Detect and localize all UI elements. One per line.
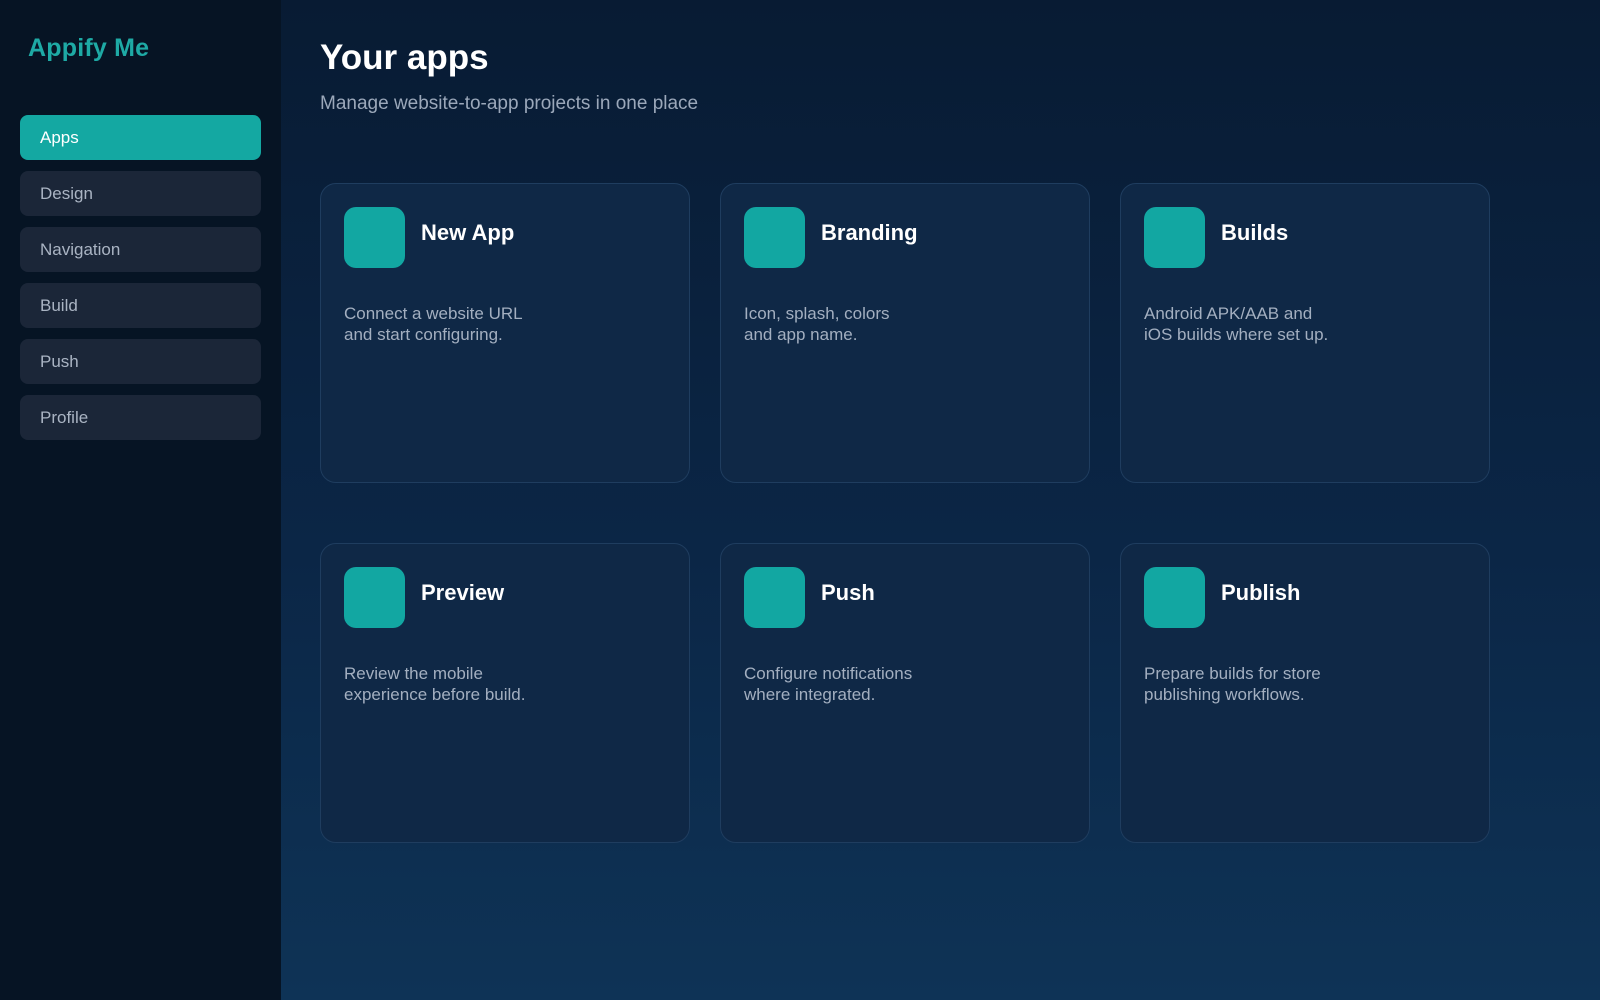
sidebar-item-push[interactable]: Push [20,339,261,384]
app-tile-icon [344,207,405,268]
card-header: Push [744,567,1066,628]
sidebar-item-label: Navigation [40,239,121,259]
card-header: Builds [1144,207,1466,268]
card-title: New App [421,220,515,245]
app-tile-icon [344,567,405,628]
card-title: Push [821,580,875,605]
card-preview[interactable]: Preview Review the mobile experience bef… [320,543,690,843]
card-description: Configure notifications where integrated… [744,664,913,704]
app-tile-icon [744,567,805,628]
brand-logo[interactable]: Appify Me [28,34,281,63]
sidebar-item-profile[interactable]: Profile [20,395,261,440]
card-header: New App [344,207,666,268]
app-tile-icon [1144,567,1205,628]
card-title: Builds [1221,220,1289,245]
card-description: Android APK/AAB and iOS builds where set… [1144,304,1329,344]
card-header: Branding [744,207,1066,268]
sidebar-item-label: Push [40,351,79,371]
card-header: Preview [344,567,666,628]
apps-grid: New App Connect a website URL and start … [320,183,1600,843]
sidebar-item-label: Profile [40,407,89,427]
card-publish[interactable]: Publish Prepare builds for store publish… [1120,543,1490,843]
card-builds[interactable]: Builds Android APK/AAB and iOS builds wh… [1120,183,1490,483]
card-title: Branding [821,220,918,245]
page-subtitle: Manage website-to-app projects in one pl… [320,93,699,114]
app-tile-icon [1144,207,1205,268]
app-tile-icon [744,207,805,268]
sidebar: Appify Me Apps Design Navigation Build P… [0,0,281,1000]
card-push[interactable]: Push Configure notifications where integ… [720,543,1090,843]
card-title: Publish [1221,580,1301,605]
main-content: Your apps Manage website-to-app projects… [281,0,1600,1000]
card-new-app[interactable]: New App Connect a website URL and start … [320,183,690,483]
sidebar-item-design[interactable]: Design [20,171,261,216]
card-description: Prepare builds for store publishing work… [1144,664,1321,704]
sidebar-item-build[interactable]: Build [20,283,261,328]
card-description: Review the mobile experience before buil… [344,664,526,704]
sidebar-item-label: Apps [40,127,79,147]
sidebar-item-label: Design [40,183,93,203]
card-description: Connect a website URL and start configur… [344,304,523,344]
card-header: Publish [1144,567,1466,628]
card-description: Icon, splash, colors and app name. [744,304,890,344]
page-title: Your apps [320,38,489,77]
sidebar-nav: Apps Design Navigation Build Push Profil… [0,115,281,440]
card-title: Preview [421,580,505,605]
sidebar-item-apps[interactable]: Apps [20,115,261,160]
sidebar-item-navigation[interactable]: Navigation [20,227,261,272]
card-branding[interactable]: Branding Icon, splash, colors and app na… [720,183,1090,483]
sidebar-item-label: Build [40,295,78,315]
